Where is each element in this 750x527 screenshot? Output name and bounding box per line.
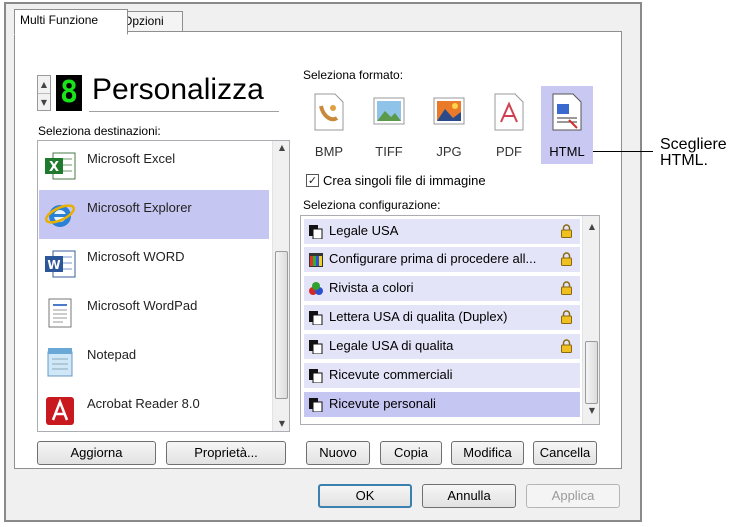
config-label: Ricevute personali [329,396,436,411]
callout-line-1: Scegliere [660,136,727,153]
formats-label: Seleziona formato: [303,68,404,82]
callout-line-2: HTML. [660,152,708,169]
lock-icon [561,310,572,324]
scroll-down-icon[interactable]: ▼ [586,406,598,415]
format-pdf[interactable]: PDF [483,86,535,164]
config-item[interactable]: Legale USA [304,219,580,244]
tab-strip: Multi Funzione Opzioni [14,9,314,35]
format-label: JPG [436,144,462,159]
config-item[interactable]: Ricevute commerciali [304,363,580,388]
apply-button[interactable]: Applica [526,484,620,508]
ok-button[interactable]: OK [318,484,412,508]
list-item-label: Acrobat Reader 8.0 [87,396,200,411]
scroll-up-icon[interactable]: ▲ [586,222,598,231]
list-item-excel[interactable]: X Microsoft Excel [39,141,269,190]
scrollbar-thumb[interactable] [585,341,598,404]
excel-icon: X [45,152,76,180]
internet-explorer-icon [44,204,76,227]
format-tiff[interactable]: TIFF [363,86,415,164]
format-label: HTML [549,144,585,159]
config-label: Ricevute commerciali [329,367,453,382]
page-icon [309,340,323,354]
config-label: Rivista a colori [329,280,414,295]
config-item[interactable]: Configurare prima di procedere all... [304,247,580,272]
lock-icon [561,252,572,266]
cancel-button[interactable]: Annulla [422,484,516,508]
configurations-label: Seleziona configurazione: [303,198,441,212]
single-files-checkbox[interactable]: ✓ [306,174,319,187]
tab-multi-funzione[interactable]: Multi Funzione [14,9,128,35]
lock-icon [561,224,572,238]
svg-text:W: W [47,258,60,272]
page-icon [309,225,323,239]
format-html[interactable]: HTML [541,86,593,164]
destinations-list: X Microsoft Excel Microsoft Explorer W M… [37,140,290,432]
properties-button[interactable]: Proprietà... [166,441,286,465]
config-label: Configurare prima di procedere all... [329,251,537,266]
list-item-label: Microsoft WORD [87,249,185,264]
config-item[interactable]: Legale USA di qualita [304,334,580,359]
edit-button[interactable]: Modifica [451,441,524,465]
copy-button[interactable]: Copia [380,441,442,465]
format-bmp[interactable]: BMP [303,86,355,164]
word-icon: W [45,250,76,278]
format-label: PDF [496,144,522,159]
new-button[interactable]: Nuovo [306,441,370,465]
format-label: BMP [314,144,344,159]
callout-line [593,151,653,152]
config-label: Legale USA di qualita [329,338,454,353]
list-item-label: Microsoft Explorer [87,200,192,215]
config-item[interactable]: Lettera USA di qualita (Duplex) [304,305,580,330]
wordpad-icon [48,298,72,328]
update-button[interactable]: Aggiorna [37,441,156,465]
spinner-up-icon[interactable]: ▲ [38,76,50,93]
lock-icon [561,281,572,295]
pdf-icon [494,93,524,131]
format-jpg[interactable]: JPG [423,86,475,164]
list-item-word[interactable]: W Microsoft WORD [39,239,269,288]
list-item-label: Microsoft Excel [87,151,176,166]
configurations-list: Legale USA Configurare prima di proceder… [300,215,600,425]
bmp-icon [314,93,344,131]
scroll-down-icon[interactable]: ▼ [276,419,288,428]
svg-text:X: X [49,160,59,175]
config-item[interactable]: Rivista a colori [304,276,580,301]
list-item-label: Microsoft WordPad [87,298,198,313]
profile-name: Personalizza [92,73,264,106]
format-label: TIFF [375,144,403,159]
jpg-icon [433,97,465,125]
html-icon [552,93,582,131]
profile-digit-display: 8 [56,75,82,111]
color-palette-icon [309,253,323,267]
list-item-notepad[interactable]: Notepad [39,337,269,386]
callout-text: Scegliere HTML. [660,137,727,169]
config-label: Lettera USA di qualita (Duplex) [329,309,508,324]
spinner-down-icon[interactable]: ▼ [38,93,50,111]
profile-spinner[interactable]: ▲ ▼ [37,75,51,111]
list-item-wordpad[interactable]: Microsoft WordPad [39,288,269,337]
list-item-acrobat[interactable]: Acrobat Reader 8.0 [39,386,269,431]
profile-name-underline [89,111,279,112]
scrollbar-thumb[interactable] [275,251,288,399]
config-label: Legale USA [329,223,399,238]
config-item-selected[interactable]: Ricevute personali [304,392,580,417]
scroll-up-icon[interactable]: ▲ [276,143,288,152]
page-icon [309,311,323,325]
acrobat-icon [46,397,74,425]
destinations-scrollbar[interactable]: ▲ ▼ [272,141,289,431]
list-item-explorer[interactable]: Microsoft Explorer [39,190,269,239]
page-icon [309,369,323,383]
delete-button[interactable]: Cancella [533,441,597,465]
notepad-icon [47,348,73,377]
lock-icon [561,339,572,353]
tiff-icon [373,97,405,125]
color-shapes-icon [309,282,323,295]
list-item-label: Notepad [87,347,137,362]
page-icon [309,398,323,412]
configurations-scrollbar[interactable]: ▲ ▼ [582,216,599,424]
single-files-label: Crea singoli file di immagine [323,173,486,188]
destinations-label: Seleziona destinazioni: [38,124,161,138]
